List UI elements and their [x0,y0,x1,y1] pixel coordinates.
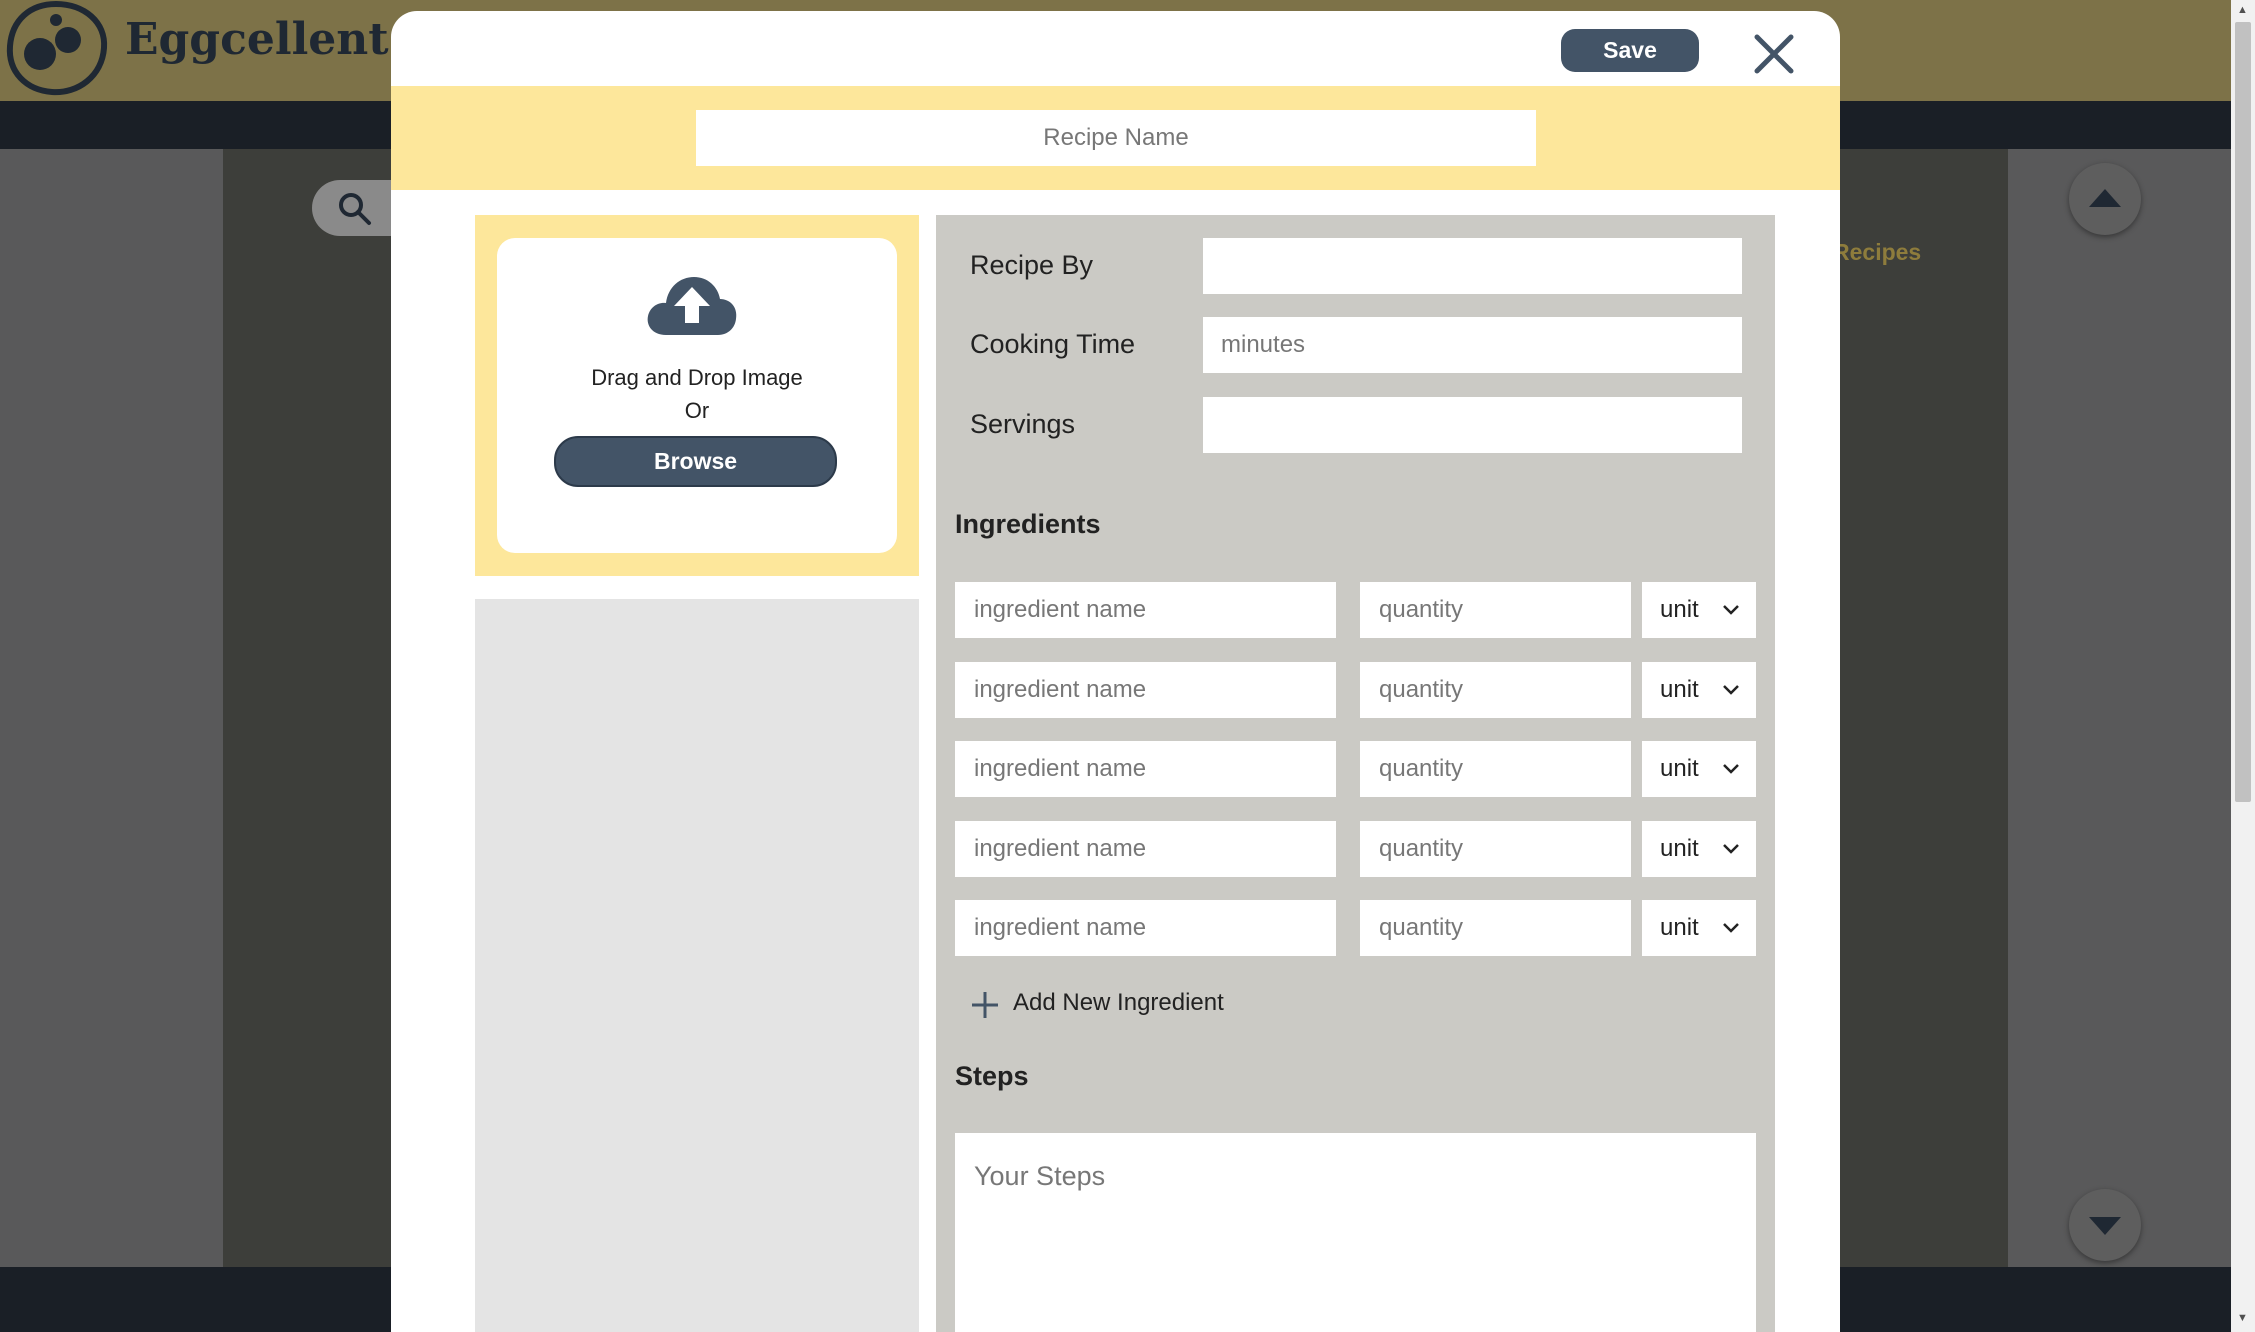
caret-down-icon [2089,1217,2121,1235]
chevron-down-icon [1723,685,1739,695]
image-preview-area [475,599,919,1332]
ingredient-name-input[interactable] [955,741,1336,797]
chevron-down-icon [1723,923,1739,933]
egg-logo-icon[interactable] [4,0,108,96]
unit-select-value: unit [1660,676,1699,703]
chevron-down-icon [1723,605,1739,615]
chevron-down-icon [1723,844,1739,854]
image-dropzone[interactable]: Drag and Drop Image Or Browse [497,238,897,553]
ingredient-quantity-input[interactable] [1360,821,1631,877]
scroll-up-button[interactable] [2069,163,2141,235]
recipe-name-input[interactable] [696,110,1536,166]
or-text: Or [684,398,710,423]
plus-icon [972,992,998,1018]
page-scrollbar[interactable]: ▲ ▼ [2231,0,2255,1332]
browse-button[interactable]: Browse [554,436,837,487]
ingredient-quantity-input[interactable] [1360,662,1631,718]
steps-textarea[interactable] [955,1133,1756,1332]
ingredient-unit-select[interactable]: unit [1642,900,1756,956]
recipe-by-input[interactable] [1203,238,1742,294]
unit-select-value: unit [1660,835,1699,862]
cooking-time-input[interactable] [1203,317,1742,373]
ingredient-name-input[interactable] [955,582,1336,638]
unit-select-value: unit [1660,755,1699,782]
brand-name[interactable]: Eggcellent [125,14,389,65]
search-icon [339,193,371,225]
ingredients-heading: Ingredients [955,509,1101,539]
ingredient-unit-select[interactable]: unit [1642,582,1756,638]
image-upload-frame: Drag and Drop Image Or Browse [475,215,919,576]
servings-label: Servings [970,409,1076,439]
cooking-time-label: Cooking Time [970,329,1136,359]
ingredient-unit-select[interactable]: unit [1642,662,1756,718]
drag-drop-text: Drag and Drop Image [591,365,803,390]
scroll-up-arrow-icon[interactable]: ▲ [2237,4,2248,16]
ingredient-quantity-input[interactable] [1360,582,1631,638]
unit-select-value: unit [1660,596,1699,623]
ingredient-name-input[interactable] [955,821,1336,877]
chevron-down-icon [1723,764,1739,774]
create-recipe-modal: Save Drag and Drop Image Or Browse Recip… [391,11,1840,1332]
scroll-down-arrow-icon[interactable]: ▼ [2237,1312,2248,1324]
recipe-form-panel: Recipe By Cooking Time Servings Ingredie… [936,215,1775,1332]
recipes-link[interactable]: Recipes [1833,239,1921,266]
steps-heading: Steps [955,1061,1029,1091]
ingredient-quantity-input[interactable] [1360,741,1631,797]
servings-input[interactable] [1203,397,1742,453]
ingredient-name-input[interactable] [955,662,1336,718]
unit-select-value: unit [1660,914,1699,941]
caret-up-icon [2089,189,2121,207]
add-ingredient-label: Add New Ingredient [1013,989,1224,1016]
recipe-name-band [391,86,1840,190]
ingredient-quantity-input[interactable] [1360,900,1631,956]
cloud-upload-icon [647,277,737,335]
scroll-down-button[interactable] [2069,1189,2141,1261]
ingredient-unit-select[interactable]: unit [1642,821,1756,877]
close-icon[interactable] [1751,31,1797,77]
ingredient-unit-select[interactable]: unit [1642,741,1756,797]
ingredient-name-input[interactable] [955,900,1336,956]
scrollbar-thumb[interactable] [2235,22,2251,802]
save-button[interactable]: Save [1561,29,1699,72]
recipe-by-label: Recipe By [970,250,1094,280]
